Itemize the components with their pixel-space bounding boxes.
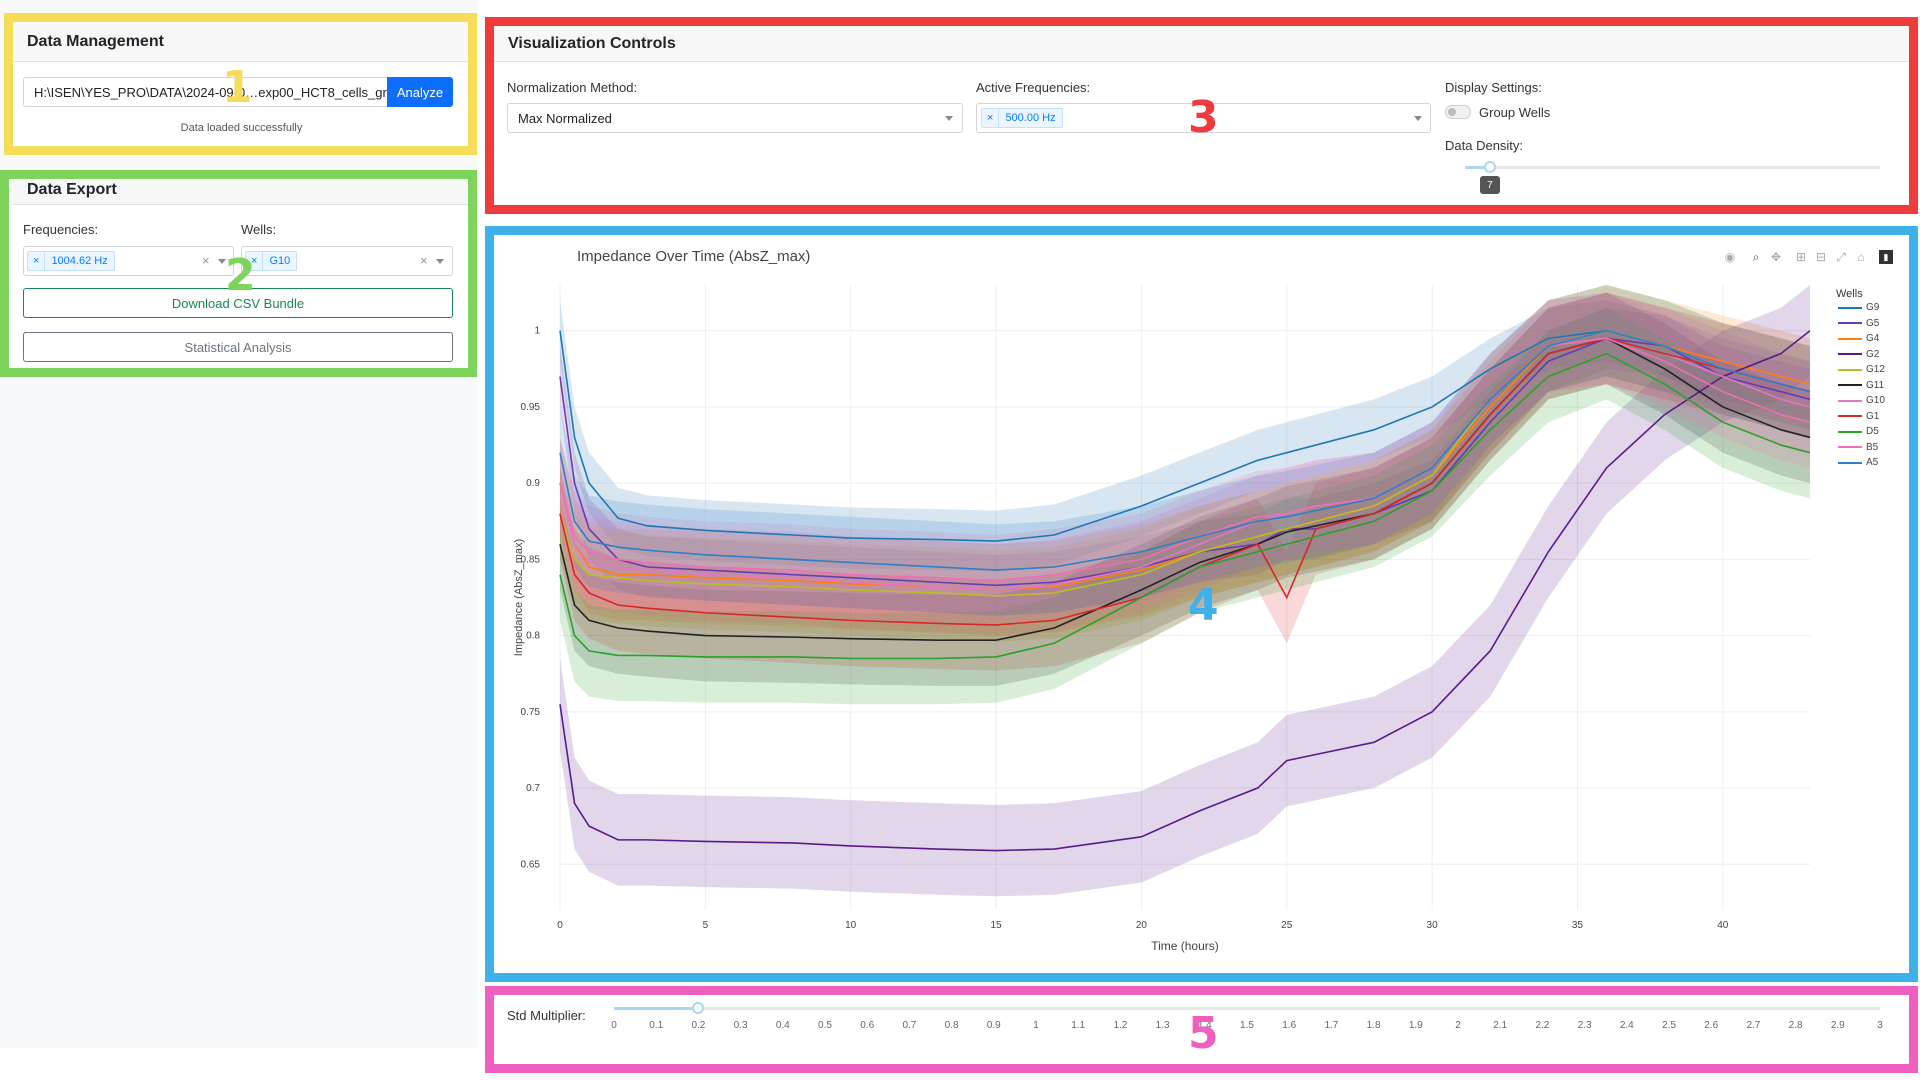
annotation-label-4: 4 xyxy=(1188,580,1219,631)
annotation-label-3: 3 xyxy=(1188,92,1219,143)
left-sidebar-background xyxy=(0,0,478,1048)
annotation-label-2: 2 xyxy=(225,250,256,301)
annotation-label-5: 5 xyxy=(1188,1008,1219,1059)
annotation-label-1: 1 xyxy=(222,62,253,113)
